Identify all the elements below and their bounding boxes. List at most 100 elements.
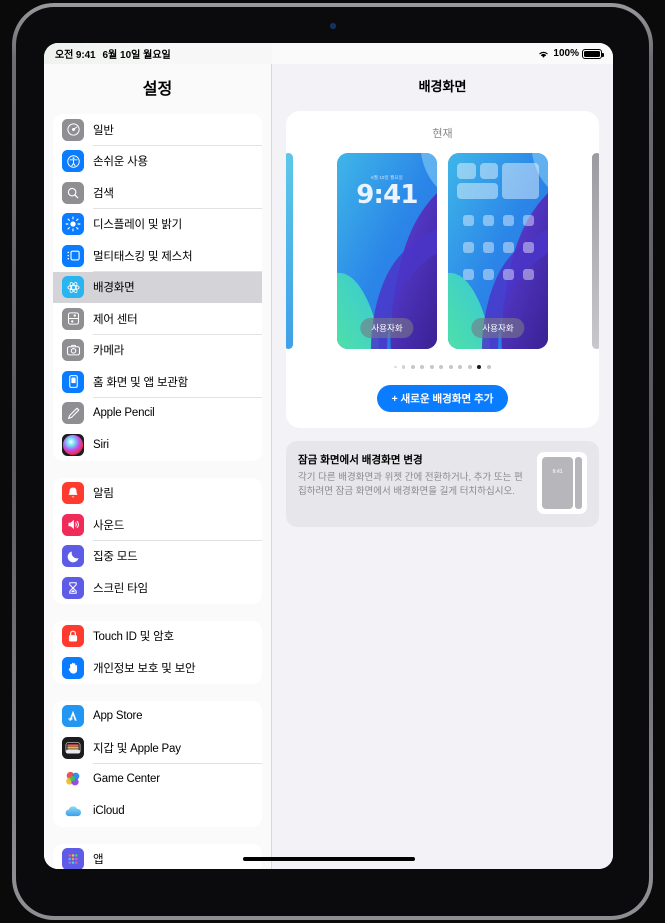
info-body: 각기 다른 배경화면과 위젯 간에 전환하거나, 추가 또는 편집하려면 잠금 … bbox=[298, 472, 523, 497]
sidebar-group: 일반 손쉬운 사용검색디스플레이 및 밝기멀티태스킹 및 제스처배경화면제어 센터… bbox=[53, 114, 262, 461]
home-screen-preview[interactable]: 사용자화 bbox=[448, 153, 548, 349]
app-icon bbox=[482, 242, 494, 253]
sidebar-item-app-store[interactable]: App Store bbox=[53, 700, 262, 732]
sidebar-item-지갑-및-apple-pay[interactable]: 지갑 및 Apple Pay bbox=[53, 732, 262, 764]
add-wallpaper-button[interactable]: + 새로운 배경화면 추가 bbox=[376, 385, 509, 412]
sidebar-item-game-center[interactable]: Game Center bbox=[53, 763, 262, 795]
sidebar-item-icloud[interactable]: iCloud bbox=[53, 795, 262, 827]
carousel-dot[interactable] bbox=[429, 365, 434, 369]
sidebar-item-label: 검색 bbox=[93, 187, 114, 200]
sidebar-group: Touch ID 및 암호개인정보 보호 및 보안 bbox=[53, 620, 262, 684]
sidebar-item-label: Apple Pencil bbox=[93, 407, 155, 420]
wallpaper-carousel[interactable]: 6월 10일 월요일 9:41 사용자화 사용자화 bbox=[286, 153, 599, 349]
sidebar-item-디스플레이-및-밝기[interactable]: 디스플레이 및 밝기 bbox=[53, 208, 262, 240]
sidebar-item-스크린-타임[interactable]: 스크린 타임 bbox=[53, 572, 262, 604]
app-icon bbox=[482, 215, 494, 226]
sidebar-item-label: 앱 bbox=[93, 854, 104, 867]
current-wallpaper-card: 현재 6월 10일 월요일 9:41 사용자화 사용자화 + 새로운 배경화면 … bbox=[286, 111, 599, 428]
app-icon bbox=[522, 269, 534, 280]
customize-home-button[interactable]: 사용자화 bbox=[471, 318, 525, 338]
sidebar-item-제어-센터[interactable]: 제어 센터 bbox=[53, 303, 262, 335]
front-camera-icon bbox=[329, 23, 336, 29]
carousel-page-dots[interactable] bbox=[286, 363, 599, 371]
customize-lock-button[interactable]: 사용자화 bbox=[360, 318, 414, 338]
wallet-icon bbox=[62, 736, 84, 759]
sidebar-item-일반[interactable]: 일반 bbox=[53, 114, 262, 146]
sidebar-item-검색[interactable]: 검색 bbox=[53, 177, 262, 209]
app-icon bbox=[522, 215, 534, 226]
sidebar-item-label: 집중 모드 bbox=[93, 551, 138, 564]
lock-screen-preview[interactable]: 6월 10일 월요일 9:41 사용자화 bbox=[337, 153, 437, 349]
carousel-dot[interactable] bbox=[402, 365, 406, 369]
carousel-dot[interactable] bbox=[420, 365, 425, 369]
sidebar-item-label: 배경화면 bbox=[93, 282, 135, 295]
home-indicator[interactable] bbox=[242, 857, 415, 861]
sidebar-item-알림[interactable]: 알림 bbox=[53, 477, 262, 509]
info-thumbnail: 9:41 bbox=[537, 452, 587, 514]
sidebar-item-label: 지갑 및 Apple Pay bbox=[93, 742, 181, 755]
app-icon bbox=[502, 269, 514, 280]
sidebar-item-집중-모드[interactable]: 집중 모드 bbox=[53, 540, 262, 572]
control-center-icon bbox=[62, 307, 84, 330]
carousel-dot[interactable] bbox=[477, 365, 482, 369]
sidebar-item-label: iCloud bbox=[93, 804, 125, 817]
sidebar-item-홈-화면-및-앱-보관함[interactable]: 홈 화면 및 앱 보관함 bbox=[53, 366, 262, 398]
wallpaper-prev-peek[interactable] bbox=[286, 153, 293, 349]
app-icon bbox=[482, 269, 494, 280]
thumb-device-secondary bbox=[575, 457, 582, 509]
sidebar-item-손쉬운-사용[interactable]: 손쉬운 사용 bbox=[53, 145, 262, 177]
battery-icon bbox=[582, 48, 604, 59]
camera-icon bbox=[62, 339, 84, 362]
carousel-dot[interactable] bbox=[486, 365, 491, 369]
pencil-icon bbox=[62, 402, 84, 425]
hand-icon bbox=[62, 656, 84, 679]
search-icon bbox=[62, 181, 84, 204]
wallpaper-next-peek[interactable] bbox=[592, 153, 599, 349]
carousel-dot[interactable] bbox=[394, 365, 397, 369]
sidebar-item-label: Touch ID 및 암호 bbox=[93, 631, 174, 644]
gear-icon bbox=[62, 118, 84, 141]
current-card-header: 현재 bbox=[432, 128, 453, 140]
sidebar-scroll-area[interactable]: 일반 손쉬운 사용검색디스플레이 및 밝기멀티태스킹 및 제스처배경화면제어 센터… bbox=[44, 114, 271, 869]
thumb-device: 9:41 bbox=[542, 457, 573, 509]
sidebar-item-개인정보-보호-및-보안[interactable]: 개인정보 보호 및 보안 bbox=[53, 652, 262, 684]
ipad-device-frame: 오전 9:41 6월 10일 월요일 100% 설정 일반 손쉬운 사용 검색 … bbox=[12, 3, 653, 920]
sidebar-item-앱[interactable]: 앱 bbox=[53, 843, 262, 869]
sidebar-item-apple-pencil[interactable]: Apple Pencil bbox=[53, 397, 262, 429]
wallpaper-icon bbox=[62, 276, 84, 299]
status-date: 6월 10일 월요일 bbox=[102, 50, 171, 61]
sidebar-item-touch-id-및-암호[interactable]: Touch ID 및 암호 bbox=[53, 620, 262, 652]
sidebar-item-카메라[interactable]: 카메라 bbox=[53, 334, 262, 366]
status-bar-spacer bbox=[272, 43, 538, 64]
sidebar-item-멀티태스킹-및-제스처[interactable]: 멀티태스킹 및 제스처 bbox=[53, 240, 262, 272]
apps-icon bbox=[62, 848, 84, 869]
moon-icon bbox=[62, 545, 84, 568]
widget-large bbox=[502, 163, 539, 199]
sidebar-item-사운드[interactable]: 사운드 bbox=[53, 509, 262, 541]
detail-scroll-area[interactable]: 현재 6월 10일 월요일 9:41 사용자화 사용자화 + 새로운 배경화면 … bbox=[272, 111, 613, 527]
sidebar-group: App Store 지갑 및 Apple Pay Game Center iCloud bbox=[53, 700, 262, 827]
carousel-dot[interactable] bbox=[439, 365, 444, 369]
status-bar-left: 오전 9:41 6월 10일 월요일 bbox=[44, 43, 272, 64]
hourglass-icon bbox=[62, 576, 84, 599]
widget-small-2 bbox=[479, 163, 498, 179]
carousel-dot[interactable] bbox=[410, 365, 415, 369]
sidebar-item-siri[interactable]: Siri bbox=[53, 429, 262, 461]
detail-title: 배경화면 bbox=[418, 79, 467, 94]
carousel-dot[interactable] bbox=[467, 365, 472, 369]
sidebar-item-label: App Store bbox=[93, 710, 143, 723]
wifi-icon bbox=[539, 51, 549, 58]
sidebar-item-label: 멀티태스킹 및 제스처 bbox=[93, 250, 193, 263]
icloud-icon bbox=[62, 799, 84, 822]
widget-wide bbox=[457, 183, 498, 199]
carousel-dot[interactable] bbox=[458, 365, 463, 369]
settings-sidebar: 설정 일반 손쉬운 사용 검색 디스플레이 및 밝기 멀티태스킹 및 제스처 배경화면 제어… bbox=[44, 64, 272, 869]
carousel-dot[interactable] bbox=[448, 365, 453, 369]
game-center-icon bbox=[62, 768, 84, 791]
app-icon bbox=[462, 215, 474, 226]
app-icon bbox=[502, 215, 514, 226]
sidebar-item-배경화면[interactable]: 배경화면 bbox=[53, 271, 262, 303]
battery-percent: 100% bbox=[553, 48, 579, 59]
lock-screen-time: 9:41 bbox=[356, 180, 418, 210]
home-screen-icon bbox=[62, 370, 84, 393]
